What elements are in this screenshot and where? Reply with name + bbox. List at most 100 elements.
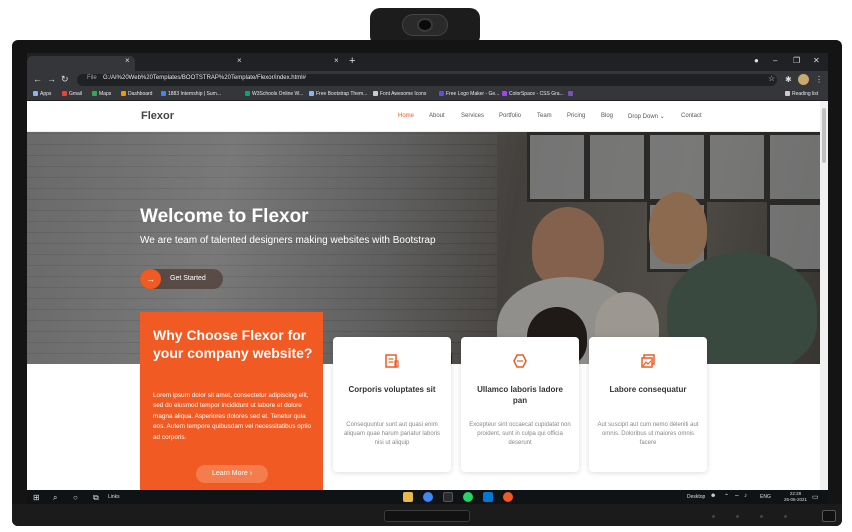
site-logo[interactable]: Flexor — [141, 110, 174, 122]
bookmark-bootstrap[interactable]: Free Bootstrap Them... — [309, 91, 367, 97]
webcam-lens-glass — [417, 18, 433, 32]
nav-contact[interactable]: Contact — [681, 113, 702, 119]
reload-icon[interactable]: ↻ — [61, 74, 69, 85]
browser-tab[interactable] — [241, 56, 341, 71]
nav-team[interactable]: Team — [537, 113, 552, 119]
cortana-icon[interactable]: ○ — [73, 493, 78, 502]
hero-title: Welcome to Flexor — [140, 206, 309, 227]
language-indicator[interactable]: ENG — [760, 494, 771, 500]
bezel-button — [712, 515, 715, 518]
volume-icon[interactable]: ♪ — [744, 493, 747, 499]
bookmark-label: Maps — [99, 91, 112, 97]
minimize-icon[interactable]: – — [773, 56, 777, 65]
card-title: Labore consequatur — [609, 385, 687, 394]
bookmark-label: W3Schools Online W... — [252, 91, 304, 97]
colorspace-icon — [502, 91, 507, 96]
why-text: Lorem ipsum dolor sit amet, consectetur … — [153, 392, 312, 441]
bookmark-dashboard[interactable]: Dashboard — [121, 91, 152, 97]
get-started-label[interactable]: Get Started — [170, 275, 206, 282]
back-icon[interactable]: ← — [33, 74, 42, 84]
bookmark-label: ColorSpace - CSS Gra... — [509, 91, 564, 97]
notifications-icon[interactable]: ▭ — [812, 493, 819, 501]
w3schools-icon — [245, 91, 250, 96]
nav-about[interactable]: About — [429, 113, 445, 119]
card-title: Corporis voluptates sit — [348, 385, 436, 394]
bookmark-maps[interactable]: Maps — [92, 91, 111, 97]
arrow-right-icon[interactable]: → — [140, 269, 161, 289]
logo-maker-icon — [439, 91, 444, 96]
dashboard-icon — [121, 91, 126, 96]
browser-tab[interactable] — [27, 56, 135, 71]
card-text: Excepteur sint occaecat cupidatat non pr… — [469, 422, 571, 446]
bookmark-label: Free Logo Maker - Ge... — [446, 91, 500, 97]
profile-dot-icon[interactable]: ● — [754, 56, 759, 65]
task-view-icon[interactable]: ⧉ — [93, 493, 99, 503]
tab-close-icon[interactable]: × — [237, 56, 242, 65]
address-url[interactable]: G:/AI%20Web%20Templates/BOOTSTRAP%20Temp… — [103, 75, 306, 81]
bootstrap-icon — [309, 91, 314, 96]
bookmark-internship[interactable]: 1883 Internship | Sum... — [161, 91, 221, 97]
bookmark-label: Free Bootstrap Them... — [316, 91, 368, 97]
restore-icon[interactable]: ❐ — [793, 56, 800, 65]
file-scheme-label: File — [87, 75, 97, 81]
photo-scene: × × × + ● – ❐ ✕ ← → ↻ File G:/AI%20Web%2… — [0, 0, 852, 532]
bookmark-fontawesome[interactable]: Font Awesome Icons — [373, 91, 426, 97]
extensions-icon[interactable]: ✱ — [785, 75, 792, 84]
tab-close-icon[interactable]: × — [125, 56, 130, 65]
bookmark-apps[interactable]: Apps — [33, 91, 51, 97]
tab-close-icon[interactable]: × — [334, 56, 339, 65]
forward-icon[interactable]: → — [47, 74, 56, 84]
new-tab-button[interactable]: + — [349, 55, 355, 67]
nav-services[interactable]: Services — [461, 113, 484, 119]
bezel-button — [784, 515, 787, 518]
close-window-icon[interactable]: ✕ — [813, 56, 820, 65]
scrollbar-thumb[interactable] — [822, 108, 826, 163]
nav-blog[interactable]: Blog — [601, 113, 613, 119]
file-explorer-icon[interactable] — [403, 492, 413, 502]
people-icon[interactable]: ☻ — [710, 493, 716, 499]
network-icon[interactable]: ⌔ — [734, 493, 740, 501]
learn-more-button[interactable]: Learn More › — [196, 465, 268, 483]
system-clock[interactable]: 22:28 26-06-2021 — [784, 491, 807, 503]
flag-icon — [373, 91, 378, 96]
nav-portfolio[interactable]: Portfolio — [499, 113, 521, 119]
menu-kebab-icon[interactable]: ⋮ — [815, 75, 823, 84]
bookmark-gmail[interactable]: Gmail — [62, 91, 82, 97]
site-header: Flexor Home About Services Portfolio Tea… — [27, 101, 820, 132]
bookmark-label: 1883 Internship | Sum... — [168, 91, 221, 97]
bookmark-label: Apps — [40, 91, 52, 97]
bookmark-label: Font Awesome Icons — [380, 91, 427, 97]
nav-dropdown[interactable]: Drop Down ⌄ — [628, 113, 665, 120]
terminal-icon[interactable] — [443, 492, 453, 502]
nav-home[interactable]: Home — [398, 113, 414, 119]
links-toolbar-label[interactable]: Links — [108, 494, 120, 500]
reading-list-icon — [785, 91, 790, 96]
chrome-icon[interactable] — [423, 492, 433, 502]
bookmark-logomaker[interactable]: Free Logo Maker - Ge... — [439, 91, 499, 97]
nav-pricing[interactable]: Pricing — [567, 113, 585, 119]
bookmark-b[interactable] — [568, 91, 575, 97]
profile-avatar[interactable] — [798, 74, 809, 85]
bookmarks-bar: Apps Gmail Maps Dashboard 1883 Internshi… — [27, 89, 828, 101]
internship-icon — [161, 91, 166, 96]
app-icon[interactable] — [503, 492, 513, 502]
search-icon[interactable]: ⌕ — [53, 493, 57, 503]
whatsapp-icon[interactable] — [463, 492, 473, 502]
hero-subtitle: We are team of talented designers making… — [140, 235, 436, 246]
bookmark-w3schools[interactable]: W3Schools Online W... — [245, 91, 303, 97]
feature-card: Corporis voluptates sit Consequuntur sun… — [333, 337, 451, 472]
vscode-icon[interactable] — [483, 492, 493, 502]
chevron-up-icon[interactable]: ⌃ — [724, 493, 729, 500]
reading-list-label: Reading list — [792, 91, 819, 97]
maps-pin-icon — [92, 91, 97, 96]
windows-taskbar: ⊞ ⌕ ○ ⧉ Links Desktop ☻ ⌃ ⌔ ♪ ENG 22:28 … — [27, 490, 828, 504]
bookmark-colorspace[interactable]: ColorSpace - CSS Gra... — [502, 91, 564, 97]
windows-start-icon[interactable]: ⊞ — [33, 493, 40, 502]
feature-card: Labore consequatur Aut suscipit aut cum … — [589, 337, 707, 472]
bookmark-star-icon[interactable]: ☆ — [768, 74, 775, 83]
feature-card: Ullamco laboris ladore pan Excepteur sin… — [461, 337, 579, 472]
reading-list[interactable]: Reading list — [785, 91, 818, 97]
monitor-stand-mount — [384, 510, 470, 522]
card-text: Aut suscipit aut cum nemo deleniti aut o… — [597, 422, 699, 446]
desktop-toolbar-label[interactable]: Desktop — [687, 494, 705, 500]
